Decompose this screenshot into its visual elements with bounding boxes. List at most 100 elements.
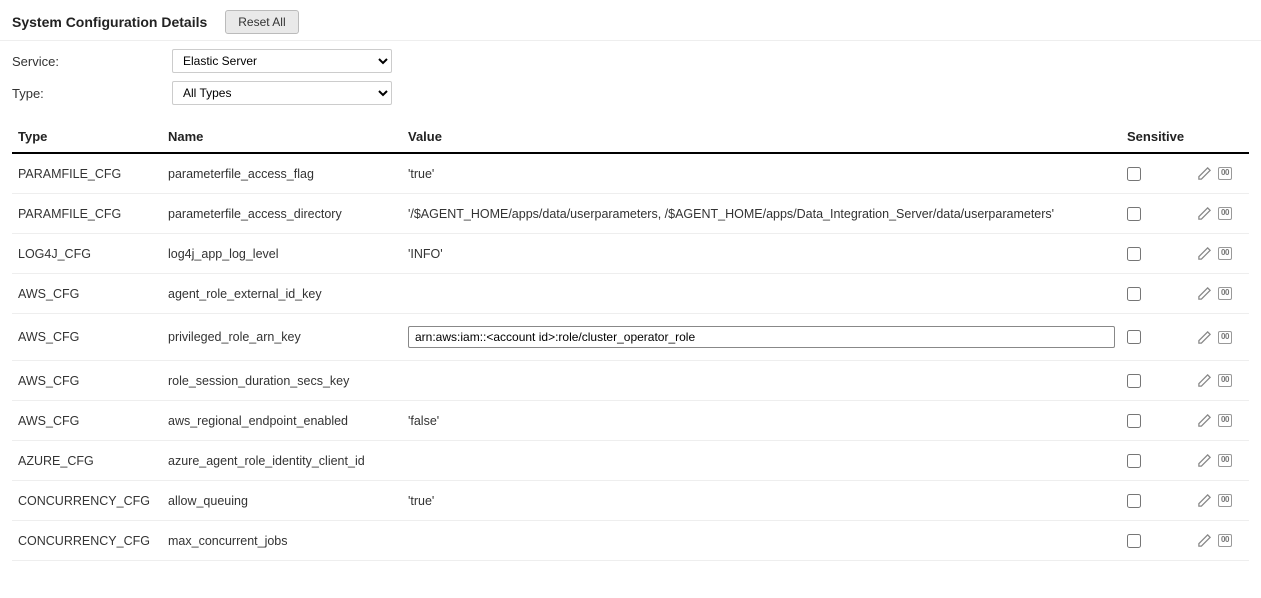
cell-actions: 00 <box>1191 194 1249 234</box>
edit-button[interactable] <box>1197 206 1212 221</box>
tag-icon: 00 <box>1218 374 1232 387</box>
cell-name: parameterfile_access_flag <box>162 153 402 194</box>
cell-type: AWS_CFG <box>12 314 162 361</box>
cell-name: max_concurrent_jobs <box>162 521 402 561</box>
cell-name: log4j_app_log_level <box>162 234 402 274</box>
edit-button[interactable] <box>1197 246 1212 261</box>
tag-button[interactable]: 00 <box>1218 374 1232 387</box>
tag-button[interactable]: 00 <box>1218 287 1232 300</box>
cell-actions: 00 <box>1191 481 1249 521</box>
cell-actions: 00 <box>1191 153 1249 194</box>
table-row: AWS_CFG role_session_duration_secs_key 0… <box>12 361 1249 401</box>
tag-button[interactable]: 00 <box>1218 247 1232 260</box>
sensitive-checkbox[interactable] <box>1127 494 1141 508</box>
edit-button[interactable] <box>1197 330 1212 345</box>
cell-actions: 00 <box>1191 441 1249 481</box>
tag-button[interactable]: 00 <box>1218 454 1232 467</box>
cell-value <box>402 314 1121 361</box>
cell-sensitive <box>1121 521 1191 561</box>
cell-name: aws_regional_endpoint_enabled <box>162 401 402 441</box>
sensitive-checkbox[interactable] <box>1127 287 1141 301</box>
cell-value: 'INFO' <box>402 234 1121 274</box>
col-header-type: Type <box>12 121 162 153</box>
cell-name: azure_agent_role_identity_client_id <box>162 441 402 481</box>
type-label: Type: <box>12 86 172 101</box>
cell-value: '/$AGENT_HOME/apps/data/userparameters, … <box>402 194 1121 234</box>
edit-button[interactable] <box>1197 453 1212 468</box>
cell-sensitive <box>1121 153 1191 194</box>
edit-button[interactable] <box>1197 413 1212 428</box>
value-input[interactable] <box>408 326 1115 348</box>
tag-icon: 00 <box>1218 167 1232 180</box>
table-row: CONCURRENCY_CFG allow_queuing 'true' 00 <box>12 481 1249 521</box>
cell-actions: 00 <box>1191 274 1249 314</box>
edit-button[interactable] <box>1197 533 1212 548</box>
sensitive-checkbox[interactable] <box>1127 207 1141 221</box>
table-row: AZURE_CFG azure_agent_role_identity_clie… <box>12 441 1249 481</box>
pencil-icon <box>1197 373 1212 388</box>
filters: Service: Elastic Server Type: All Types <box>0 41 1261 117</box>
type-filter-row: Type: All Types <box>12 81 1249 105</box>
cell-sensitive <box>1121 274 1191 314</box>
col-header-value: Value <box>402 121 1121 153</box>
pencil-icon <box>1197 493 1212 508</box>
cell-value: 'false' <box>402 401 1121 441</box>
table-row: PARAMFILE_CFG parameterfile_access_flag … <box>12 153 1249 194</box>
cell-type: CONCURRENCY_CFG <box>12 521 162 561</box>
tag-icon: 00 <box>1218 534 1232 547</box>
sensitive-checkbox[interactable] <box>1127 330 1141 344</box>
sensitive-checkbox[interactable] <box>1127 414 1141 428</box>
tag-icon: 00 <box>1218 331 1232 344</box>
pencil-icon <box>1197 330 1212 345</box>
col-header-name: Name <box>162 121 402 153</box>
table-row: PARAMFILE_CFG parameterfile_access_direc… <box>12 194 1249 234</box>
tag-button[interactable]: 00 <box>1218 414 1232 427</box>
type-select[interactable]: All Types <box>172 81 392 105</box>
config-table: Type Name Value Sensitive PARAMFILE_CFG … <box>12 121 1249 561</box>
tag-button[interactable]: 00 <box>1218 331 1232 344</box>
edit-button[interactable] <box>1197 166 1212 181</box>
cell-type: AWS_CFG <box>12 361 162 401</box>
reset-all-button[interactable]: Reset All <box>225 10 298 34</box>
cell-type: PARAMFILE_CFG <box>12 153 162 194</box>
cell-type: PARAMFILE_CFG <box>12 194 162 234</box>
sensitive-checkbox[interactable] <box>1127 247 1141 261</box>
cell-sensitive <box>1121 361 1191 401</box>
sensitive-checkbox[interactable] <box>1127 374 1141 388</box>
tag-icon: 00 <box>1218 207 1232 220</box>
cell-actions: 00 <box>1191 234 1249 274</box>
pencil-icon <box>1197 246 1212 261</box>
header: System Configuration Details Reset All <box>0 0 1261 41</box>
tag-button[interactable]: 00 <box>1218 207 1232 220</box>
sensitive-checkbox[interactable] <box>1127 167 1141 181</box>
table-row: CONCURRENCY_CFG max_concurrent_jobs 00 <box>12 521 1249 561</box>
sensitive-checkbox[interactable] <box>1127 534 1141 548</box>
cell-value: 'true' <box>402 481 1121 521</box>
edit-button[interactable] <box>1197 493 1212 508</box>
pencil-icon <box>1197 206 1212 221</box>
service-select[interactable]: Elastic Server <box>172 49 392 73</box>
cell-actions: 00 <box>1191 401 1249 441</box>
table-header-row: Type Name Value Sensitive <box>12 121 1249 153</box>
cell-sensitive <box>1121 481 1191 521</box>
edit-button[interactable] <box>1197 286 1212 301</box>
cell-value <box>402 361 1121 401</box>
cell-value: 'true' <box>402 153 1121 194</box>
cell-type: CONCURRENCY_CFG <box>12 481 162 521</box>
cell-actions: 00 <box>1191 314 1249 361</box>
tag-button[interactable]: 00 <box>1218 167 1232 180</box>
pencil-icon <box>1197 453 1212 468</box>
tag-button[interactable]: 00 <box>1218 494 1232 507</box>
cell-value <box>402 274 1121 314</box>
tag-button[interactable]: 00 <box>1218 534 1232 547</box>
cell-sensitive <box>1121 314 1191 361</box>
tag-icon: 00 <box>1218 454 1232 467</box>
cell-type: LOG4J_CFG <box>12 234 162 274</box>
edit-button[interactable] <box>1197 373 1212 388</box>
cell-actions: 00 <box>1191 361 1249 401</box>
cell-type: AWS_CFG <box>12 274 162 314</box>
service-filter-row: Service: Elastic Server <box>12 49 1249 73</box>
col-header-sensitive: Sensitive <box>1121 121 1191 153</box>
sensitive-checkbox[interactable] <box>1127 454 1141 468</box>
cell-type: AWS_CFG <box>12 401 162 441</box>
